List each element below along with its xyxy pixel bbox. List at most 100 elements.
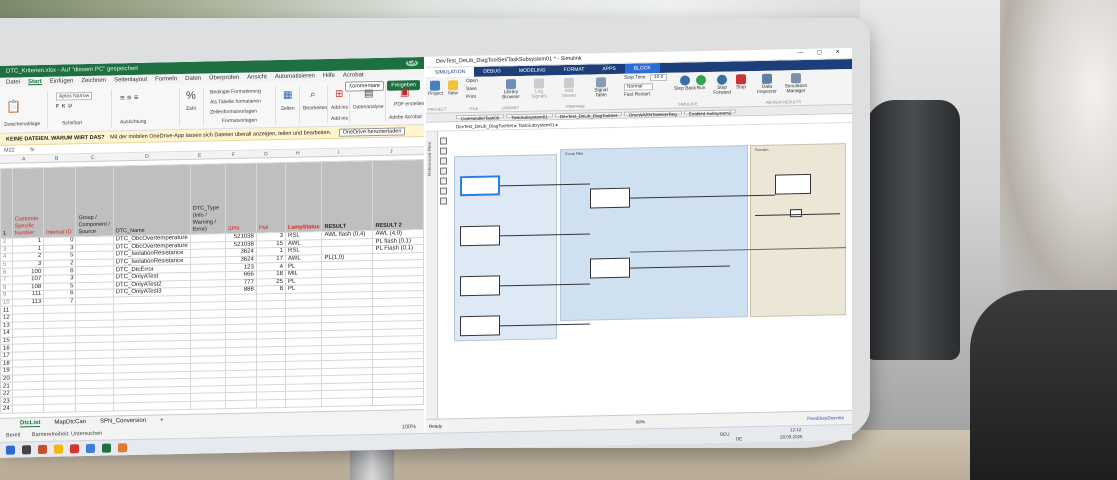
dtc-table[interactable]: 1 Customer Specific Number Internal ID Grou…	[0, 159, 424, 414]
excel-tab-automatisieren[interactable]: Automatisieren	[275, 73, 315, 80]
excel-tab-ansicht[interactable]: Ansicht	[247, 74, 267, 80]
column-title[interactable]: LampStatus	[285, 161, 322, 233]
column-title[interactable]: DTC_Type (Info / Warning / Error)	[190, 163, 226, 235]
clock-date[interactable]: 28.05.2025	[780, 434, 803, 439]
model-tab[interactable]: TaskSubsystem01	[506, 113, 553, 120]
column-header[interactable]: A	[22, 156, 25, 162]
subsystem-block[interactable]	[590, 187, 630, 209]
column-title[interactable]: Customer Specific Number	[12, 167, 44, 239]
column-header[interactable]: J	[390, 149, 393, 155]
subsystem-block[interactable]	[775, 173, 811, 195]
spreadsheet-grid[interactable]: 1 Customer Specific Number Internal ID Grou…	[0, 159, 424, 418]
model-path[interactable]: DevTest_DeLib_DiagToolSet ▸ TaskSubsyste…	[456, 122, 558, 129]
column-header[interactable]: C	[91, 155, 95, 161]
excel-tab-einfügen[interactable]: Einfügen	[50, 78, 74, 84]
fast-restart-toggle[interactable]: Fast Restart	[624, 92, 650, 98]
add-sheet-button[interactable]: +	[160, 417, 164, 424]
table-cell[interactable]	[75, 403, 114, 412]
language-indicator[interactable]: DEU	[720, 432, 730, 437]
referenced-files-panel[interactable]: Referenced Files	[426, 131, 438, 422]
cells-button[interactable]: Zellen	[281, 106, 295, 112]
app-icon[interactable]	[38, 444, 47, 455]
start-icon[interactable]	[6, 445, 15, 455]
signal-table-button[interactable]: Signal Table	[590, 77, 612, 98]
annotation-icon[interactable]	[440, 177, 447, 185]
simulation-manager-button[interactable]: Simulation Manager	[782, 73, 810, 95]
column-header[interactable]: E	[198, 153, 201, 159]
table-cell[interactable]	[321, 397, 373, 407]
column-header[interactable]: F	[232, 152, 235, 158]
table-cell[interactable]: 24	[0, 405, 13, 413]
data-inspector-button[interactable]: Data Inspector	[756, 73, 778, 95]
simulink-tab-apps[interactable]: APPS	[593, 64, 624, 75]
excel-tab-hilfe[interactable]: Hilfe	[323, 73, 335, 79]
excel-tab-daten[interactable]: Daten	[185, 76, 201, 82]
column-title[interactable]: SPN	[225, 162, 257, 234]
save-button[interactable]: Save	[466, 87, 477, 92]
folder-icon[interactable]	[54, 444, 63, 454]
image-icon[interactable]	[440, 187, 447, 195]
excel-tab-start[interactable]: Start	[28, 78, 42, 86]
model-tab[interactable]: CanHandlerTask00	[456, 114, 505, 121]
model-canvas[interactable]: Group Filter Function	[450, 123, 848, 412]
new-button[interactable]: New	[448, 80, 458, 96]
cells-icon[interactable]: ▦	[283, 90, 292, 101]
open-button[interactable]: Open	[466, 79, 478, 84]
column-title[interactable]: Group / Component / Source	[75, 165, 114, 237]
excel-tab-zeichnen[interactable]: Zeichnen	[81, 78, 106, 85]
model-tab[interactable]: DmcWARNTaWriterReg	[624, 110, 682, 118]
pdf-button[interactable]: PDF erstellen	[394, 101, 424, 108]
excel-tab-acrobat[interactable]: Acrobat	[343, 72, 364, 78]
table-cell[interactable]	[12, 404, 44, 413]
avatar[interactable]: CA	[405, 60, 418, 67]
sheet-tab[interactable]: DtcList	[20, 420, 41, 428]
log-signals-button[interactable]: Log Signals	[530, 78, 548, 100]
excel-tab-seitenlayout[interactable]: Seitenlayout	[114, 77, 147, 84]
table-cell[interactable]	[256, 399, 286, 408]
align-icon[interactable]: ≡ ≡ ≡	[120, 93, 138, 102]
excel-tab-datei[interactable]: Datei	[6, 79, 20, 85]
conditional-format-button[interactable]: Bedingte Formatierung	[210, 88, 261, 95]
simulink-zoom[interactable]: 80%	[636, 419, 645, 424]
table-cell[interactable]	[225, 400, 257, 409]
excel-icon[interactable]	[102, 443, 111, 453]
column-title[interactable]: FMI	[256, 162, 286, 233]
table-cell[interactable]	[190, 400, 226, 410]
run-button[interactable]: Run	[696, 75, 706, 91]
subsystem-block[interactable]	[460, 175, 500, 197]
zoom-out-icon[interactable]	[440, 147, 447, 155]
excel-zoom[interactable]: 100%	[402, 424, 416, 430]
project-button[interactable]: Project	[428, 80, 443, 97]
solver-label[interactable]: FixedStepDiscrete	[807, 415, 844, 421]
stop-button[interactable]: Stop	[736, 74, 746, 90]
fit-view-icon[interactable]	[440, 157, 447, 165]
search-icon[interactable]: ⌕	[310, 89, 316, 100]
matlab-icon[interactable]	[118, 443, 127, 453]
table-cell[interactable]	[43, 403, 76, 413]
zoom-in-icon[interactable]	[440, 137, 447, 145]
excel-tab-überprüfen[interactable]: Überprüfen	[209, 75, 239, 82]
sheet-tab[interactable]: MapDtcCan	[54, 419, 86, 427]
column-header[interactable]: H	[296, 151, 300, 157]
onedrive-download-button[interactable]: OneDrive herunterladen	[338, 127, 406, 137]
cell-styles-button[interactable]: Zellenformatvorlagen	[210, 108, 257, 115]
table-cell[interactable]	[372, 396, 424, 406]
name-box[interactable]: M22	[4, 148, 15, 154]
column-title[interactable]: RESULT	[321, 160, 373, 232]
print-button[interactable]: Print	[466, 95, 476, 100]
number-button[interactable]: Zahl	[186, 106, 196, 112]
table-cell[interactable]	[113, 401, 191, 411]
column-title[interactable]: DTC_Name	[113, 164, 191, 236]
add-viewer-button[interactable]: Add Viewer	[560, 77, 578, 99]
column-header[interactable]: D	[145, 154, 149, 160]
app-icon[interactable]	[70, 444, 79, 454]
subsystem-block[interactable]	[590, 257, 630, 279]
model-tab[interactable]: DevTest_DeLib_DiagToolSet	[554, 111, 623, 119]
excel-tab-formeln[interactable]: Formeln	[155, 76, 177, 82]
paste-icon[interactable]: 📋	[6, 99, 21, 113]
sheet-tab[interactable]: SPN_Conversion	[100, 418, 146, 426]
column-header[interactable]: G	[264, 151, 268, 157]
column-title[interactable]: Internal ID	[43, 166, 76, 238]
format-as-table-button[interactable]: Als Tabelle formatieren	[210, 98, 261, 105]
step-forward-button[interactable]: Step Forward	[712, 74, 732, 96]
